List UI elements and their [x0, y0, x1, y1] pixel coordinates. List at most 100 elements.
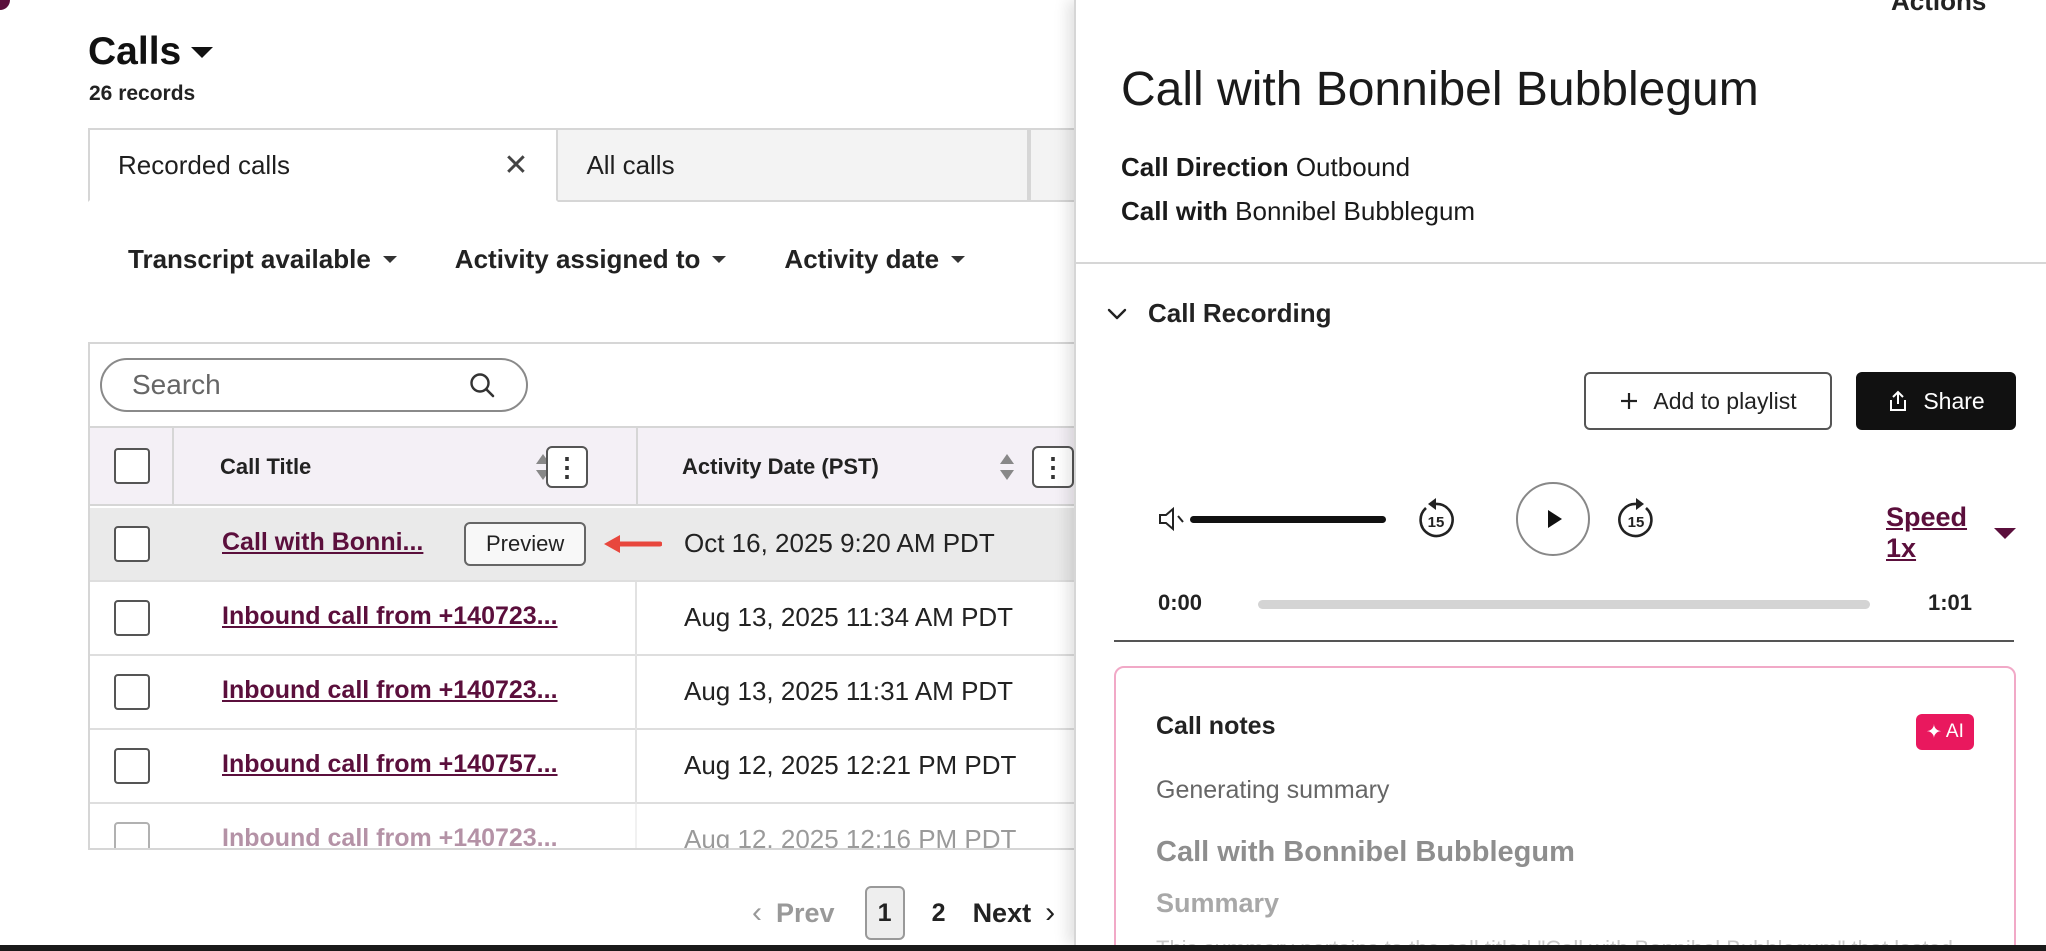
sort-icon[interactable] — [998, 452, 1016, 482]
page-button[interactable]: 2 — [919, 899, 959, 928]
select-all-checkbox[interactable] — [114, 448, 150, 484]
close-icon[interactable]: ✕ — [503, 148, 528, 183]
ai-badge: ✦ AI — [1916, 714, 1974, 750]
skip-seconds-label: 15 — [1628, 514, 1645, 531]
playback-progress-bar[interactable] — [1258, 600, 1870, 609]
skip-seconds-label: 15 — [1428, 514, 1445, 531]
page-title-dropdown[interactable]: Calls — [88, 30, 214, 74]
share-button[interactable]: Share — [1856, 372, 2016, 430]
row-checkbox[interactable] — [114, 822, 150, 848]
filter-label: Activity date — [784, 244, 940, 274]
column-divider — [635, 656, 637, 730]
chevron-down-icon — [1107, 308, 1127, 319]
tab-more[interactable] — [1028, 128, 1074, 202]
share-label: Share — [1923, 387, 1985, 414]
chevron-down-icon — [191, 46, 214, 58]
calls-list-panel: Calls 26 records Recorded calls ✕ All ca… — [0, 0, 1074, 945]
taskbar-edge — [0, 945, 2046, 951]
table-row[interactable]: Inbound call from +140757... Aug 12, 202… — [90, 730, 1074, 804]
view-tabs: Recorded calls ✕ All calls — [88, 128, 1074, 202]
divider — [1076, 262, 2046, 264]
filter-bar: Transcript available Activity assigned t… — [128, 244, 966, 275]
preview-button[interactable]: Preview — [464, 522, 587, 566]
playback-speed-dropdown[interactable]: Speed 1x — [1886, 502, 2016, 564]
chevron-left-icon[interactable]: ‹ — [752, 896, 762, 930]
volume-slider[interactable] — [1190, 516, 1386, 523]
table-row[interactable]: Call with Bonni... Preview Oct 16, 2025 … — [90, 508, 1074, 582]
header-checkbox-cell — [90, 428, 174, 506]
audio-player: 15 15 Speed 1x — [1156, 480, 2016, 563]
call-title-link[interactable]: Call with Bonni... — [222, 528, 423, 557]
call-direction-label: Call Direction — [1121, 152, 1289, 182]
panel-title: Call with Bonnibel Bubblegum — [1121, 63, 1759, 116]
notes-heading: Call with Bonnibel Bubblegum — [1156, 836, 1575, 868]
search-icon — [470, 373, 495, 398]
time-total: 1:01 — [1928, 590, 1973, 615]
row-checkbox[interactable] — [114, 600, 150, 636]
tab-label: Recorded calls — [118, 149, 290, 180]
tab-all-calls[interactable]: All calls — [558, 128, 1029, 202]
search-placeholder: Search — [132, 369, 221, 400]
call-title-link[interactable]: Inbound call from +140723... — [222, 602, 558, 631]
call-notes-title: Call notes — [1156, 712, 1276, 740]
forward-15-icon[interactable]: 15 — [1612, 496, 1660, 544]
table-row[interactable]: Inbound call from +140723... Aug 12, 202… — [90, 804, 1074, 850]
call-notes-card: Call notes ✦ AI Generating summary Call … — [1114, 666, 2016, 945]
column-divider — [635, 730, 637, 804]
column-header-call-title[interactable]: Call Title — [220, 454, 311, 480]
plus-icon — [1621, 393, 1638, 409]
column-header-activity-date[interactable]: Activity Date (PST) — [682, 454, 879, 480]
call-title-link[interactable]: Inbound call from +140723... — [222, 676, 558, 705]
volume-icon[interactable] — [1156, 504, 1186, 534]
column-options-button[interactable]: ⋮ — [546, 446, 588, 488]
activity-date: Aug 12, 2025 12:16 PM PDT — [684, 824, 1017, 850]
filter-transcript-available[interactable]: Transcript available — [128, 244, 397, 275]
table-row[interactable]: Inbound call from +140723... Aug 13, 202… — [90, 582, 1074, 656]
page-title: Calls — [88, 30, 182, 73]
add-to-playlist-button[interactable]: Add to playlist — [1584, 372, 1832, 430]
row-checkbox[interactable] — [114, 748, 150, 784]
activity-date: Aug 13, 2025 11:31 AM PDT — [684, 676, 1014, 706]
share-icon — [1890, 390, 1907, 411]
column-divider — [635, 804, 637, 848]
row-checkbox[interactable] — [114, 674, 150, 710]
app-window: Calls 26 records Recorded calls ✕ All ca… — [0, 0, 2046, 945]
prev-page-button[interactable]: Prev — [776, 898, 835, 929]
next-page-button[interactable]: Next — [973, 898, 1032, 929]
chevron-down-icon — [382, 256, 397, 263]
call-with: Call with Bonnibel Bubblegum — [1121, 196, 1475, 227]
tab-label: All calls — [586, 149, 675, 180]
call-direction: Call Direction Outbound — [1121, 152, 1410, 183]
actions-menu[interactable]: Actions — [1891, 0, 1986, 17]
chevron-down-icon — [712, 256, 727, 263]
page-button-current[interactable]: 1 — [864, 886, 905, 940]
ai-label: AI — [1945, 721, 1964, 742]
call-recording-toggle[interactable]: Call Recording — [1106, 298, 1331, 329]
table-header: Call Title ⋮ Activity Date (PST) ⋮ — [90, 426, 1074, 506]
call-title-link[interactable]: Inbound call from +140757... — [222, 750, 558, 779]
call-direction-value: Outbound — [1295, 152, 1411, 182]
rewind-15-icon[interactable]: 15 — [1412, 496, 1460, 544]
time-elapsed: 0:00 — [1158, 590, 1203, 615]
play-button[interactable] — [1516, 482, 1590, 556]
call-with-label: Call with — [1121, 196, 1228, 226]
filter-label: Activity assigned to — [454, 244, 701, 274]
notes-subheading: Summary — [1156, 888, 1280, 918]
chevron-down-icon — [1994, 527, 2016, 539]
sparkle-icon: ✦ — [1926, 721, 1942, 743]
column-divider — [635, 582, 637, 656]
chevron-right-icon[interactable]: › — [1045, 896, 1055, 930]
filter-activity-assigned-to[interactable]: Activity assigned to — [455, 244, 727, 275]
column-options-button[interactable]: ⋮ — [1032, 446, 1074, 488]
row-checkbox[interactable] — [114, 526, 150, 562]
table-row[interactable]: Inbound call from +140723... Aug 13, 202… — [90, 656, 1074, 730]
pagination: ‹ Prev 1 2 Next › — [752, 886, 1055, 940]
call-with-value: Bonnibel Bubblegum — [1235, 196, 1476, 226]
activity-date: Aug 13, 2025 11:34 AM PDT — [684, 602, 1014, 632]
chevron-down-icon — [951, 256, 966, 263]
filter-activity-date[interactable]: Activity date — [784, 244, 966, 275]
add-to-playlist-label: Add to playlist — [1653, 387, 1797, 414]
tab-recorded-calls[interactable]: Recorded calls ✕ — [88, 128, 559, 202]
search-input[interactable]: Search — [100, 358, 528, 412]
call-title-link[interactable]: Inbound call from +140723... — [222, 824, 558, 848]
